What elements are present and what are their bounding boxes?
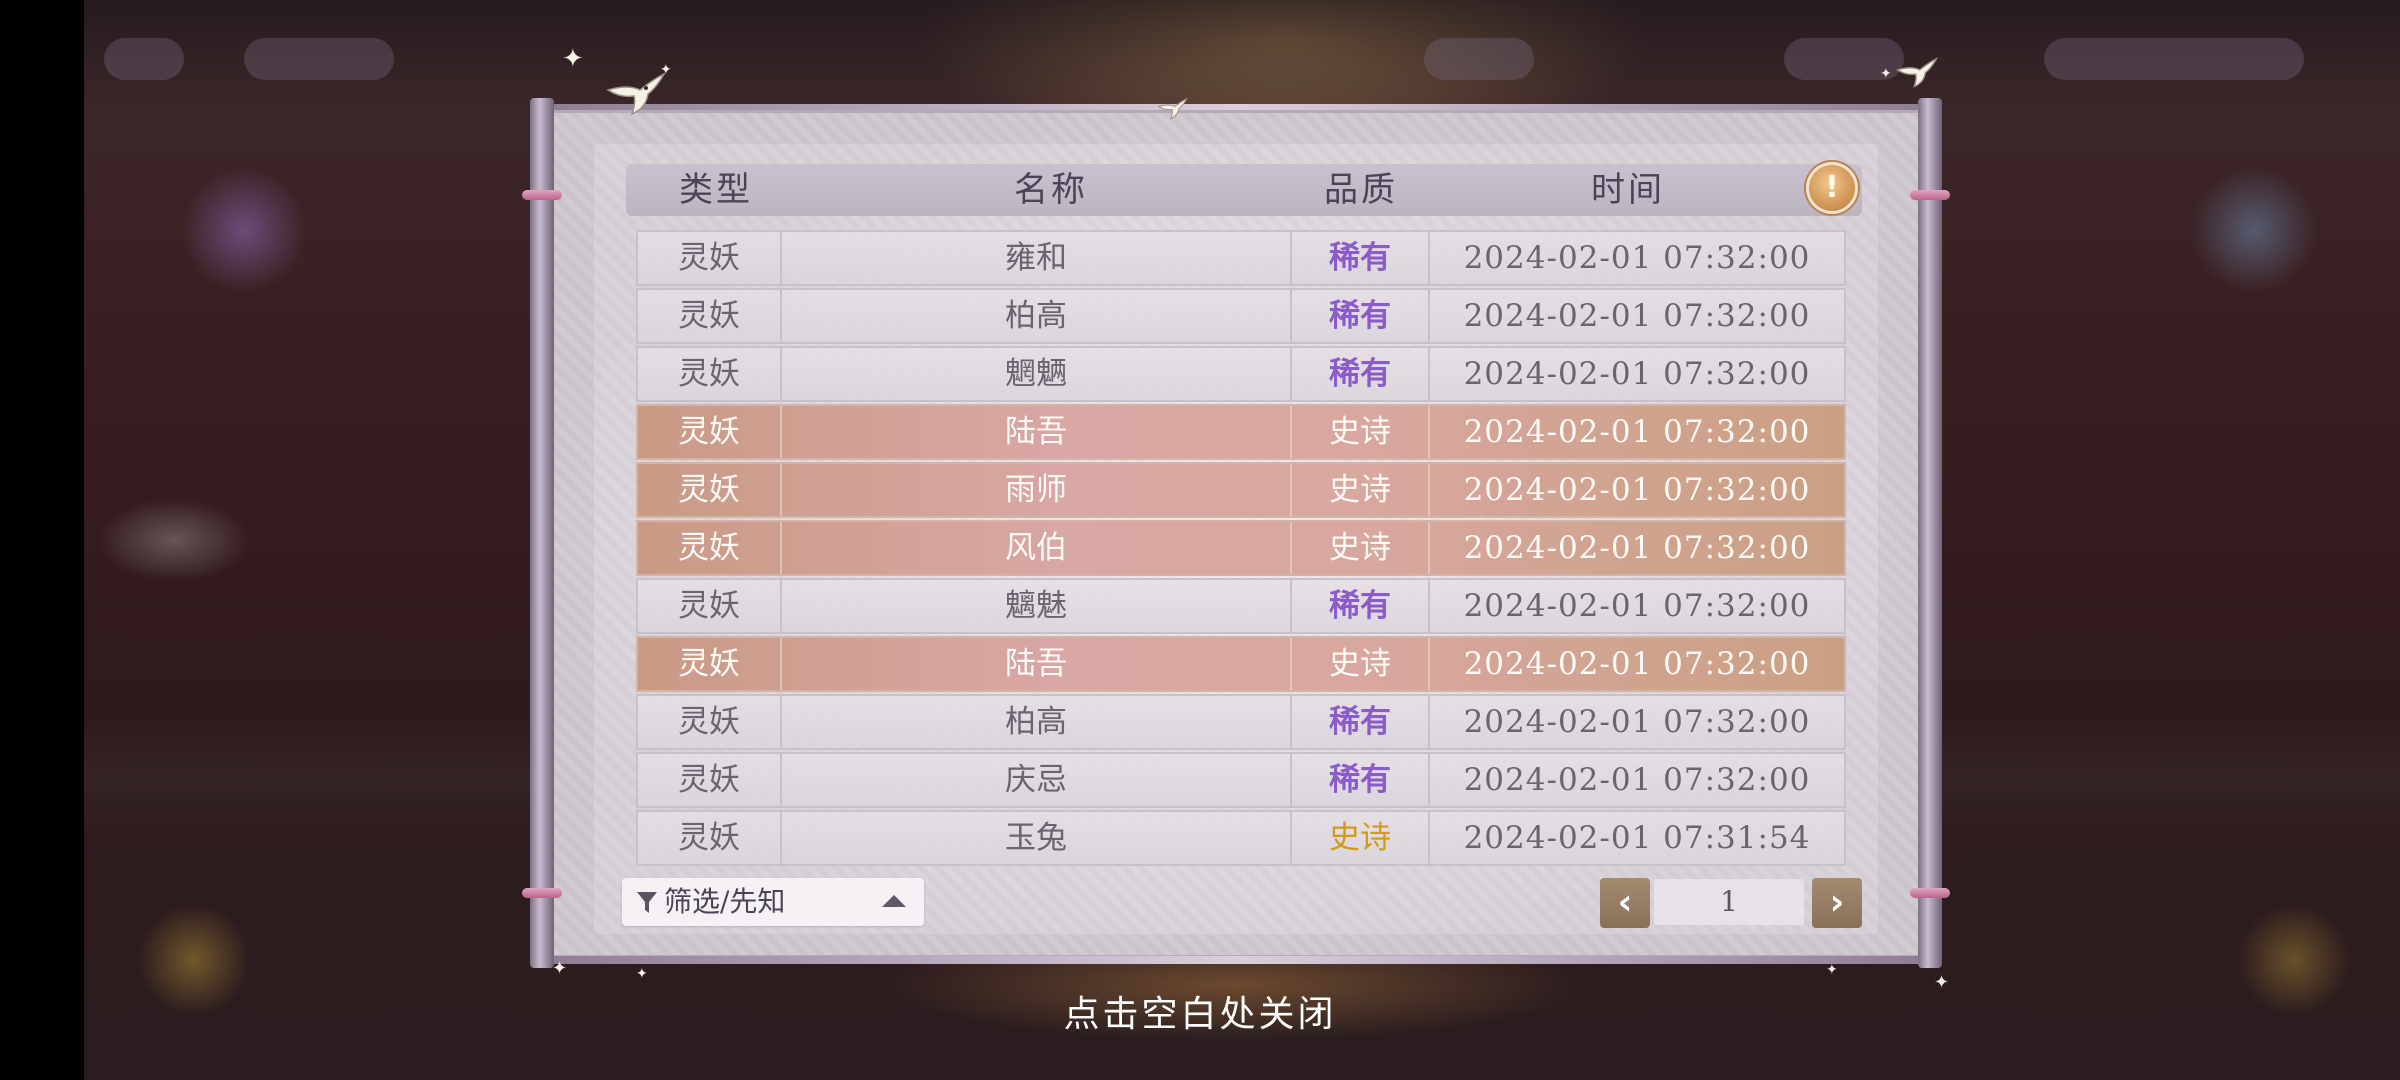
cell-quality: 稀有 — [1292, 580, 1430, 632]
filter-label: 筛选/先知 — [664, 885, 786, 918]
cell-name: 陆吾 — [782, 406, 1292, 458]
caret-up-icon — [882, 895, 906, 907]
scroll-rod-left — [522, 98, 562, 968]
table-row: 灵妖 魍魉 稀有 2024-02-01 07:32:00 — [636, 346, 1846, 402]
cell-name: 魍魉 — [782, 348, 1292, 400]
cell-quality: 史诗 — [1292, 406, 1430, 458]
header-type: 类型 — [679, 170, 753, 210]
cell-type: 灵妖 — [638, 290, 782, 342]
rod-ring — [522, 888, 562, 898]
cell-name: 陆吾 — [782, 638, 1292, 690]
cell-type: 灵妖 — [638, 754, 782, 806]
cell-time: 2024-02-01 07:32:00 — [1463, 704, 1811, 740]
cell-time: 2024-02-01 07:31:54 — [1463, 820, 1811, 856]
table-row: 灵妖 玉兔 史诗 2024-02-01 07:31:54 — [636, 810, 1846, 866]
table-row: 灵妖 柏高 稀有 2024-02-01 07:32:00 — [636, 288, 1846, 344]
filter-dropdown[interactable]: 筛选/先知 — [622, 878, 924, 926]
funnel-icon — [637, 892, 657, 913]
cell-type: 灵妖 — [638, 464, 782, 516]
header-name: 名称 — [1014, 170, 1088, 210]
rod-ring — [1910, 888, 1950, 898]
cell-name: 玉兔 — [782, 812, 1292, 864]
swallow-bird-icon — [1158, 97, 1188, 120]
swallow-bird-icon — [606, 72, 666, 116]
next-page-button[interactable]: › — [1812, 878, 1862, 928]
sparkle-icon: ✦ — [552, 958, 568, 979]
cell-quality: 稀有 — [1292, 290, 1430, 342]
cell-name: 魑魅 — [782, 580, 1292, 632]
swallow-bird-icon — [1896, 57, 1938, 88]
cell-time: 2024-02-01 07:32:00 — [1463, 588, 1811, 624]
chevron-left-icon: ‹ — [1617, 882, 1633, 923]
cell-name: 柏高 — [782, 290, 1292, 342]
cell-name: 风伯 — [782, 522, 1292, 574]
cell-time: 2024-02-01 07:32:00 — [1463, 472, 1811, 508]
cell-type: 灵妖 — [638, 696, 782, 748]
info-icon: ! — [1825, 170, 1839, 205]
cell-time: 2024-02-01 07:32:00 — [1463, 356, 1811, 392]
cell-name: 雨师 — [782, 464, 1292, 516]
cell-time: 2024-02-01 07:32:00 — [1463, 762, 1811, 798]
table-header: 类型 名称 品质 时间 — [626, 164, 1862, 216]
cell-time: 2024-02-01 07:32:00 — [1463, 240, 1811, 276]
chevron-right-icon: › — [1829, 882, 1845, 923]
cell-type: 灵妖 — [638, 638, 782, 690]
cell-name: 柏高 — [782, 696, 1292, 748]
sparkle-icon: ✦ — [636, 966, 648, 982]
page-number-field[interactable]: 1 — [1654, 879, 1804, 925]
blurred-icon — [104, 38, 184, 80]
table-row: 灵妖 陆吾 史诗 2024-02-01 07:32:00 — [636, 636, 1846, 692]
cell-quality: 稀有 — [1292, 696, 1430, 748]
cell-time: 2024-02-01 07:32:00 — [1463, 530, 1811, 566]
blurred-icon — [1424, 38, 1534, 80]
cell-quality: 史诗 — [1292, 522, 1430, 574]
sparkle-icon: ✦ — [562, 44, 584, 74]
cell-name: 雍和 — [782, 232, 1292, 284]
table-row: 灵妖 陆吾 史诗 2024-02-01 07:32:00 — [636, 404, 1846, 460]
cell-type: 灵妖 — [638, 522, 782, 574]
blurred-top-bar — [84, 0, 2400, 110]
cell-name: 庆忌 — [782, 754, 1292, 806]
blurred-icon — [2044, 38, 2304, 80]
cell-quality: 史诗 — [1292, 812, 1430, 864]
cell-time: 2024-02-01 07:32:00 — [1463, 298, 1811, 334]
scroll-bottom-edge — [554, 956, 1918, 964]
table-row: 灵妖 风伯 史诗 2024-02-01 07:32:00 — [636, 520, 1846, 576]
header-time: 时间 — [1591, 170, 1665, 210]
table-row: 灵妖 魑魅 稀有 2024-02-01 07:32:00 — [636, 578, 1846, 634]
tap-blank-to-close-hint: 点击空白处关闭 — [1063, 994, 1337, 1035]
cell-quality: 稀有 — [1292, 232, 1430, 284]
cell-quality: 史诗 — [1292, 638, 1430, 690]
cell-type: 灵妖 — [638, 580, 782, 632]
cell-type: 灵妖 — [638, 348, 782, 400]
cell-time: 2024-02-01 07:32:00 — [1463, 646, 1811, 682]
cell-type: 灵妖 — [638, 406, 782, 458]
cell-time: 2024-02-01 07:32:00 — [1463, 414, 1811, 450]
cell-quality: 稀有 — [1292, 348, 1430, 400]
header-quality: 品质 — [1324, 170, 1398, 210]
cell-type: 灵妖 — [638, 812, 782, 864]
table-row: 灵妖 柏高 稀有 2024-02-01 07:32:00 — [636, 694, 1846, 750]
cell-quality: 史诗 — [1292, 464, 1430, 516]
blurred-icon — [244, 38, 394, 80]
sparkle-icon: ✦ — [660, 62, 672, 78]
screen[interactable]: ✦ ✦ ✦ ✦ ✦ ✦ ✦ 类型 名称 品质 时间 ! 灵妖 雍和 稀有 2024-0… — [0, 0, 2400, 1080]
table-row: 灵妖 雨师 史诗 2024-02-01 07:32:00 — [636, 462, 1846, 518]
scroll-rod-right — [1910, 98, 1950, 968]
sparkle-icon: ✦ — [1880, 66, 1892, 82]
table-row: 灵妖 雍和 稀有 2024-02-01 07:32:00 — [636, 230, 1846, 286]
rod-ring — [1910, 190, 1950, 200]
table-row: 灵妖 庆忌 稀有 2024-02-01 07:32:00 — [636, 752, 1846, 808]
record-table: 灵妖 雍和 稀有 2024-02-01 07:32:00 灵妖 柏高 稀有 2024-02-0… — [636, 230, 1846, 868]
cell-quality: 稀有 — [1292, 754, 1430, 806]
info-button[interactable]: ! — [1806, 162, 1858, 214]
sparkle-icon: ✦ — [1826, 962, 1838, 978]
rod-ring — [522, 190, 562, 200]
prev-page-button[interactable]: ‹ — [1600, 878, 1650, 928]
cell-type: 灵妖 — [638, 232, 782, 284]
